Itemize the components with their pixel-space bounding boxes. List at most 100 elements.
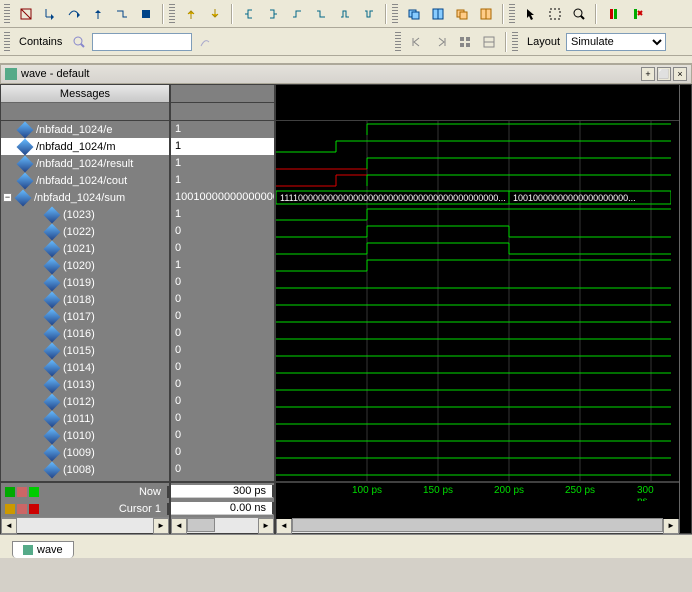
- step-out-icon[interactable]: [87, 3, 109, 25]
- scroll-right-button[interactable]: ►: [663, 518, 679, 534]
- add-icon[interactable]: [5, 487, 15, 497]
- edge-icon-1[interactable]: [286, 3, 308, 25]
- signal-row[interactable]: (1014): [1, 359, 169, 376]
- scroll-left-button[interactable]: ◄: [276, 518, 292, 534]
- value-row[interactable]: 0: [171, 291, 274, 308]
- signal-row[interactable]: (1021): [1, 240, 169, 257]
- value-row[interactable]: 0: [171, 223, 274, 240]
- step-icon[interactable]: [111, 3, 133, 25]
- signal-row[interactable]: (1015): [1, 342, 169, 359]
- run-icon[interactable]: [135, 3, 157, 25]
- value-row[interactable]: 0: [171, 444, 274, 461]
- search-clear-icon[interactable]: [194, 31, 216, 53]
- signal-row[interactable]: /nbfadd_1024/cout: [1, 172, 169, 189]
- edge-icon-4[interactable]: [358, 3, 380, 25]
- h-scrollbar-track[interactable]: [292, 518, 663, 533]
- edge-icon-2[interactable]: [310, 3, 332, 25]
- select-area-icon[interactable]: [544, 3, 566, 25]
- signal-row[interactable]: (1012): [1, 393, 169, 410]
- edge-icon-3[interactable]: [334, 3, 356, 25]
- maximize-button[interactable]: ⬜: [657, 67, 671, 81]
- signal-row[interactable]: (1023): [1, 206, 169, 223]
- value-row[interactable]: 0: [171, 461, 274, 478]
- value-row[interactable]: 1: [171, 121, 274, 138]
- wave-canvas[interactable]: 1111000000000000000000000000000000000000…: [276, 121, 679, 481]
- value-row[interactable]: 0: [171, 325, 274, 342]
- search-icon[interactable]: [68, 31, 90, 53]
- toolbar-handle[interactable]: [512, 32, 518, 52]
- signal-row[interactable]: (1018): [1, 291, 169, 308]
- value-row[interactable]: 1: [171, 155, 274, 172]
- value-row[interactable]: 0: [171, 376, 274, 393]
- layout-select[interactable]: Simulate: [566, 33, 666, 51]
- signal-row[interactable]: (1016): [1, 325, 169, 342]
- signal-row[interactable]: /nbfadd_1024/result: [1, 155, 169, 172]
- signal-row[interactable]: /nbfadd_1024/m: [1, 138, 169, 155]
- signal-row[interactable]: (1022): [1, 223, 169, 240]
- marker-red-icon[interactable]: [602, 3, 624, 25]
- x-nav-right-icon[interactable]: [430, 31, 452, 53]
- window-icon-2[interactable]: [427, 3, 449, 25]
- step-over-icon[interactable]: [63, 3, 85, 25]
- value-row[interactable]: 1: [171, 257, 274, 274]
- value-row[interactable]: 0: [171, 240, 274, 257]
- scroll-left-button[interactable]: ◄: [1, 518, 17, 534]
- cursor-up-icon[interactable]: [180, 3, 202, 25]
- edge-prev-icon[interactable]: [238, 3, 260, 25]
- h-scrollbar-track[interactable]: [187, 518, 258, 533]
- signal-row[interactable]: (1013): [1, 376, 169, 393]
- tool-btn-1[interactable]: [15, 3, 37, 25]
- value-row[interactable]: 0: [171, 427, 274, 444]
- cursor-del-icon[interactable]: [29, 504, 39, 514]
- value-list[interactable]: 1111100100000000000001001000000000000: [171, 121, 274, 481]
- value-row[interactable]: 0: [171, 274, 274, 291]
- signal-row[interactable]: (1019): [1, 274, 169, 291]
- signal-row[interactable]: (1009): [1, 444, 169, 461]
- collapse-icon[interactable]: −: [3, 193, 12, 202]
- toolbar-handle[interactable]: [395, 32, 401, 52]
- value-row[interactable]: 0: [171, 342, 274, 359]
- toolbar-handle[interactable]: [169, 4, 175, 24]
- window-icon-4[interactable]: [475, 3, 497, 25]
- value-row[interactable]: 0: [171, 410, 274, 427]
- value-row[interactable]: 0: [171, 359, 274, 376]
- zoom-icon[interactable]: [568, 3, 590, 25]
- cursor-down-icon[interactable]: [204, 3, 226, 25]
- value-row[interactable]: 1: [171, 172, 274, 189]
- pointer-icon[interactable]: [520, 3, 542, 25]
- value-row[interactable]: 1: [171, 206, 274, 223]
- value-row[interactable]: 1: [171, 138, 274, 155]
- lock-icon[interactable]: [17, 487, 27, 497]
- toolbar-handle[interactable]: [4, 32, 10, 52]
- window-icon-1[interactable]: [403, 3, 425, 25]
- scroll-right-button[interactable]: ►: [258, 518, 274, 534]
- grid-icon-1[interactable]: [454, 31, 476, 53]
- value-row[interactable]: 0: [171, 393, 274, 410]
- cursor-edit-icon[interactable]: [17, 504, 27, 514]
- plus-icon[interactable]: [29, 487, 39, 497]
- search-input[interactable]: [92, 33, 192, 51]
- wave-tab[interactable]: wave: [12, 541, 74, 558]
- toolbar-handle[interactable]: [509, 4, 515, 24]
- signal-row[interactable]: (1010): [1, 427, 169, 444]
- signal-row[interactable]: /nbfadd_1024/e: [1, 121, 169, 138]
- close-button[interactable]: ×: [673, 67, 687, 81]
- signal-row[interactable]: (1020): [1, 257, 169, 274]
- v-scrollbar[interactable]: [679, 85, 691, 533]
- marker-del-icon[interactable]: [626, 3, 648, 25]
- edge-next-icon[interactable]: [262, 3, 284, 25]
- signal-row[interactable]: (1011): [1, 410, 169, 427]
- scroll-right-button[interactable]: ►: [153, 518, 169, 534]
- dock-button[interactable]: +: [641, 67, 655, 81]
- x-nav-left-icon[interactable]: [406, 31, 428, 53]
- grid-icon-2[interactable]: [478, 31, 500, 53]
- value-row[interactable]: 10010000000000000: [171, 189, 274, 206]
- signal-row[interactable]: (1008): [1, 461, 169, 478]
- value-row[interactable]: 0: [171, 308, 274, 325]
- window-icon-3[interactable]: [451, 3, 473, 25]
- toolbar-handle[interactable]: [4, 4, 10, 24]
- cursor-lock-icon[interactable]: [5, 504, 15, 514]
- h-scrollbar-track[interactable]: [17, 518, 153, 533]
- scroll-left-button[interactable]: ◄: [171, 518, 187, 534]
- toolbar-handle[interactable]: [392, 4, 398, 24]
